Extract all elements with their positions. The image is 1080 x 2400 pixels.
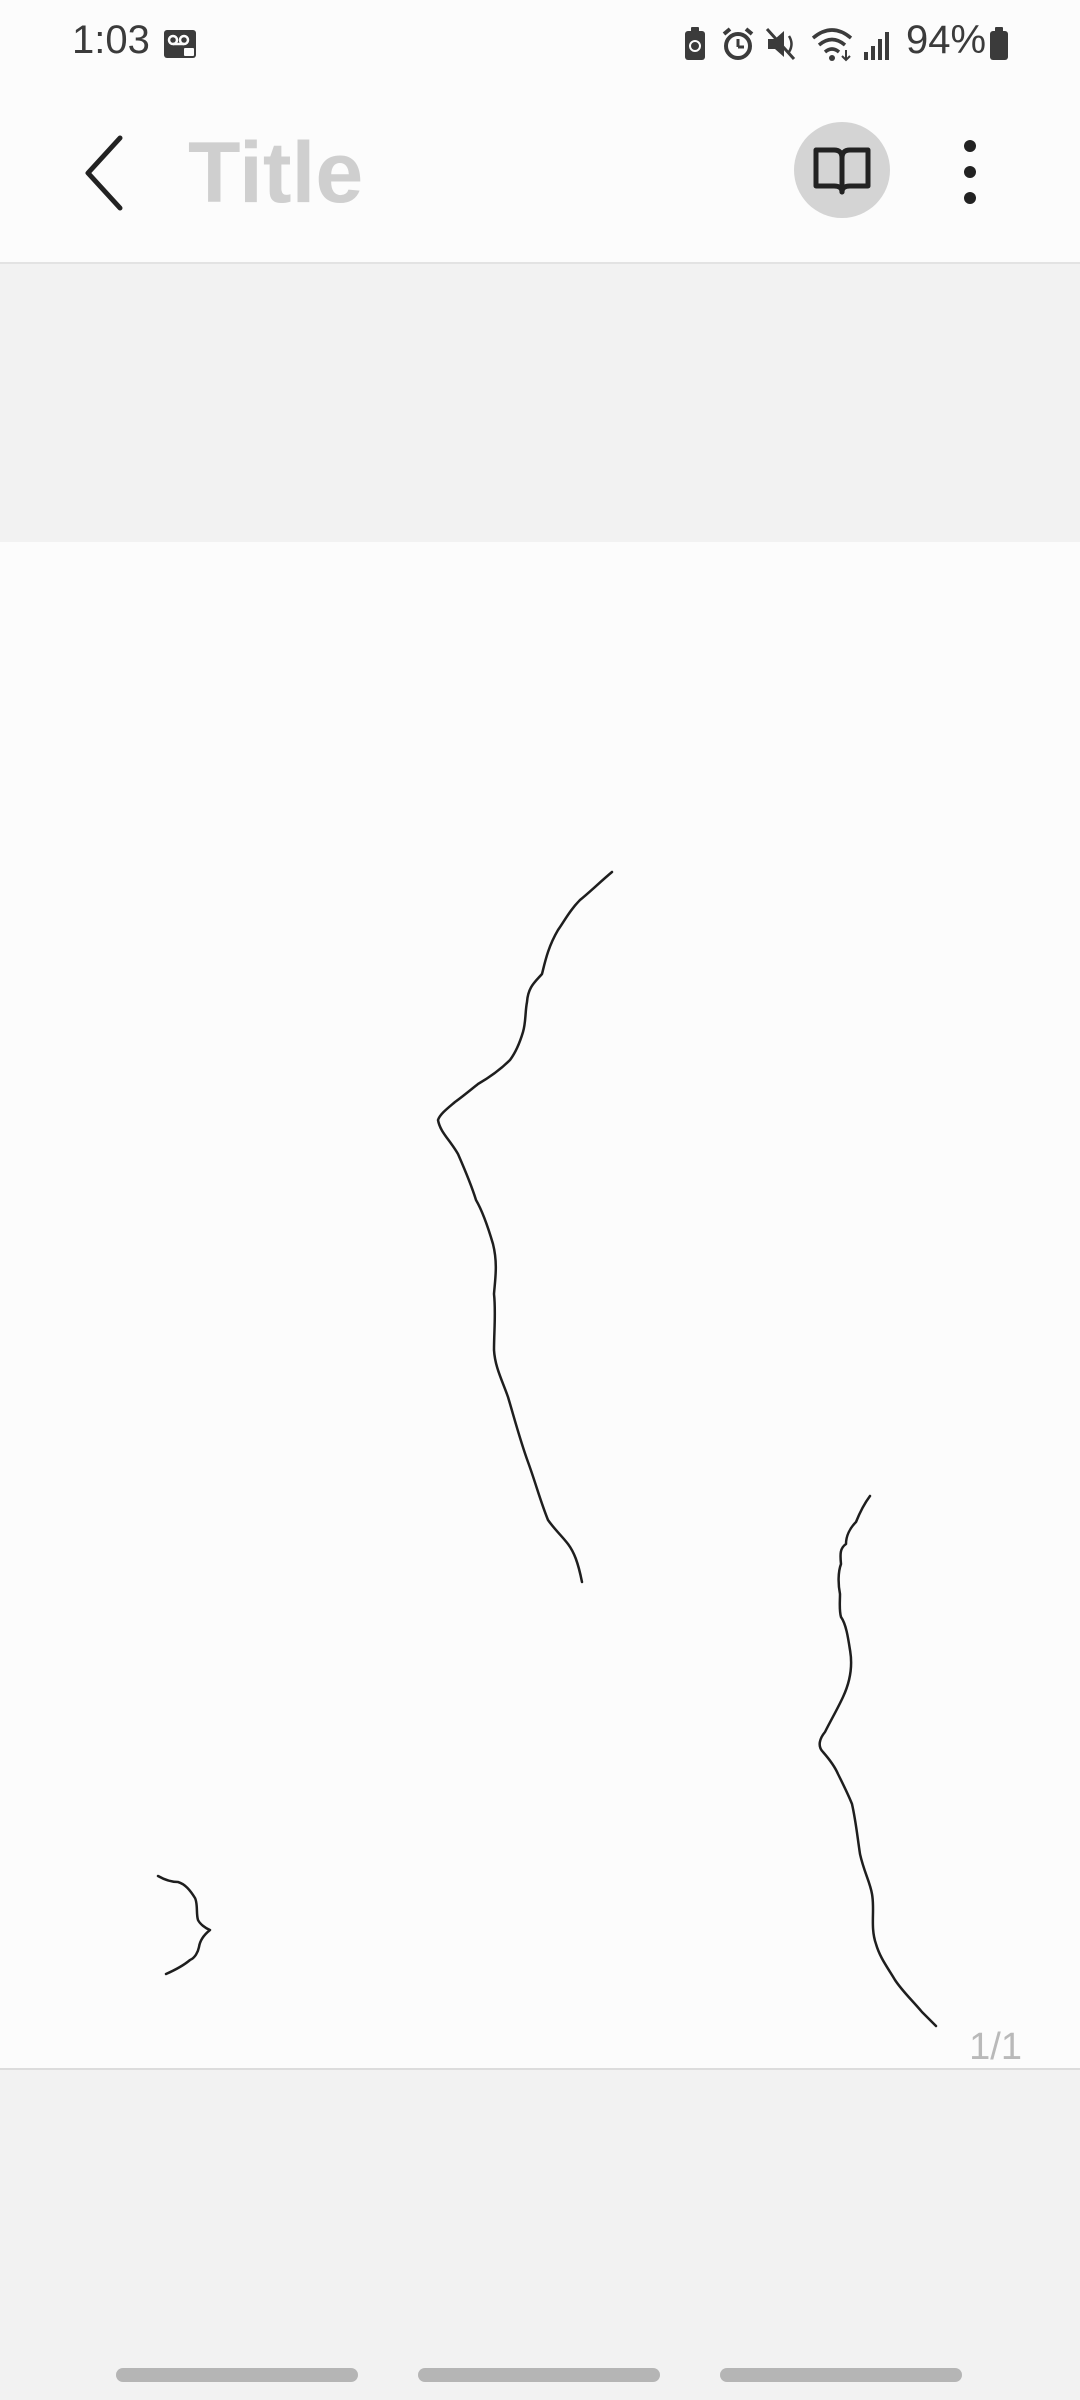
stroke-1 <box>436 870 614 1584</box>
chevron-left-icon <box>85 135 123 211</box>
book-open-icon <box>813 147 871 195</box>
wifi-icon <box>811 28 853 62</box>
toolbar-area <box>0 264 1080 542</box>
reading-mode-button[interactable] <box>794 122 890 218</box>
note-title[interactable]: Title <box>188 124 363 223</box>
voicemail-icon <box>164 30 196 58</box>
app-bar: Title <box>0 86 1080 264</box>
battery-percent: 94% <box>906 18 987 62</box>
stroke-3 <box>156 1874 212 1976</box>
bottom-area <box>0 2070 1080 2400</box>
canvas-strokes <box>156 870 938 2028</box>
battery-icon <box>990 27 1008 60</box>
status-time: 1:03 <box>72 18 150 62</box>
back-button[interactable] <box>70 128 142 218</box>
signal-icon <box>864 32 889 60</box>
mute-icon <box>765 27 796 61</box>
drawing-canvas[interactable]: 1/1 <box>0 542 1080 2070</box>
nav-handle-center[interactable] <box>418 2368 660 2382</box>
alarm-icon <box>722 27 754 60</box>
more-options-button[interactable] <box>940 132 1000 212</box>
battery-saver-icon <box>685 27 705 60</box>
stroke-2 <box>818 1494 938 2028</box>
nav-handle-right[interactable] <box>720 2368 962 2382</box>
screen: 1:03 94% Title 1/1 <box>0 0 1080 2400</box>
page-indicator: 1/1 <box>969 2026 1022 2068</box>
status-bar: 1:03 94% <box>0 0 1080 86</box>
nav-handle-left[interactable] <box>116 2368 358 2382</box>
more-vertical-icon <box>964 140 976 204</box>
